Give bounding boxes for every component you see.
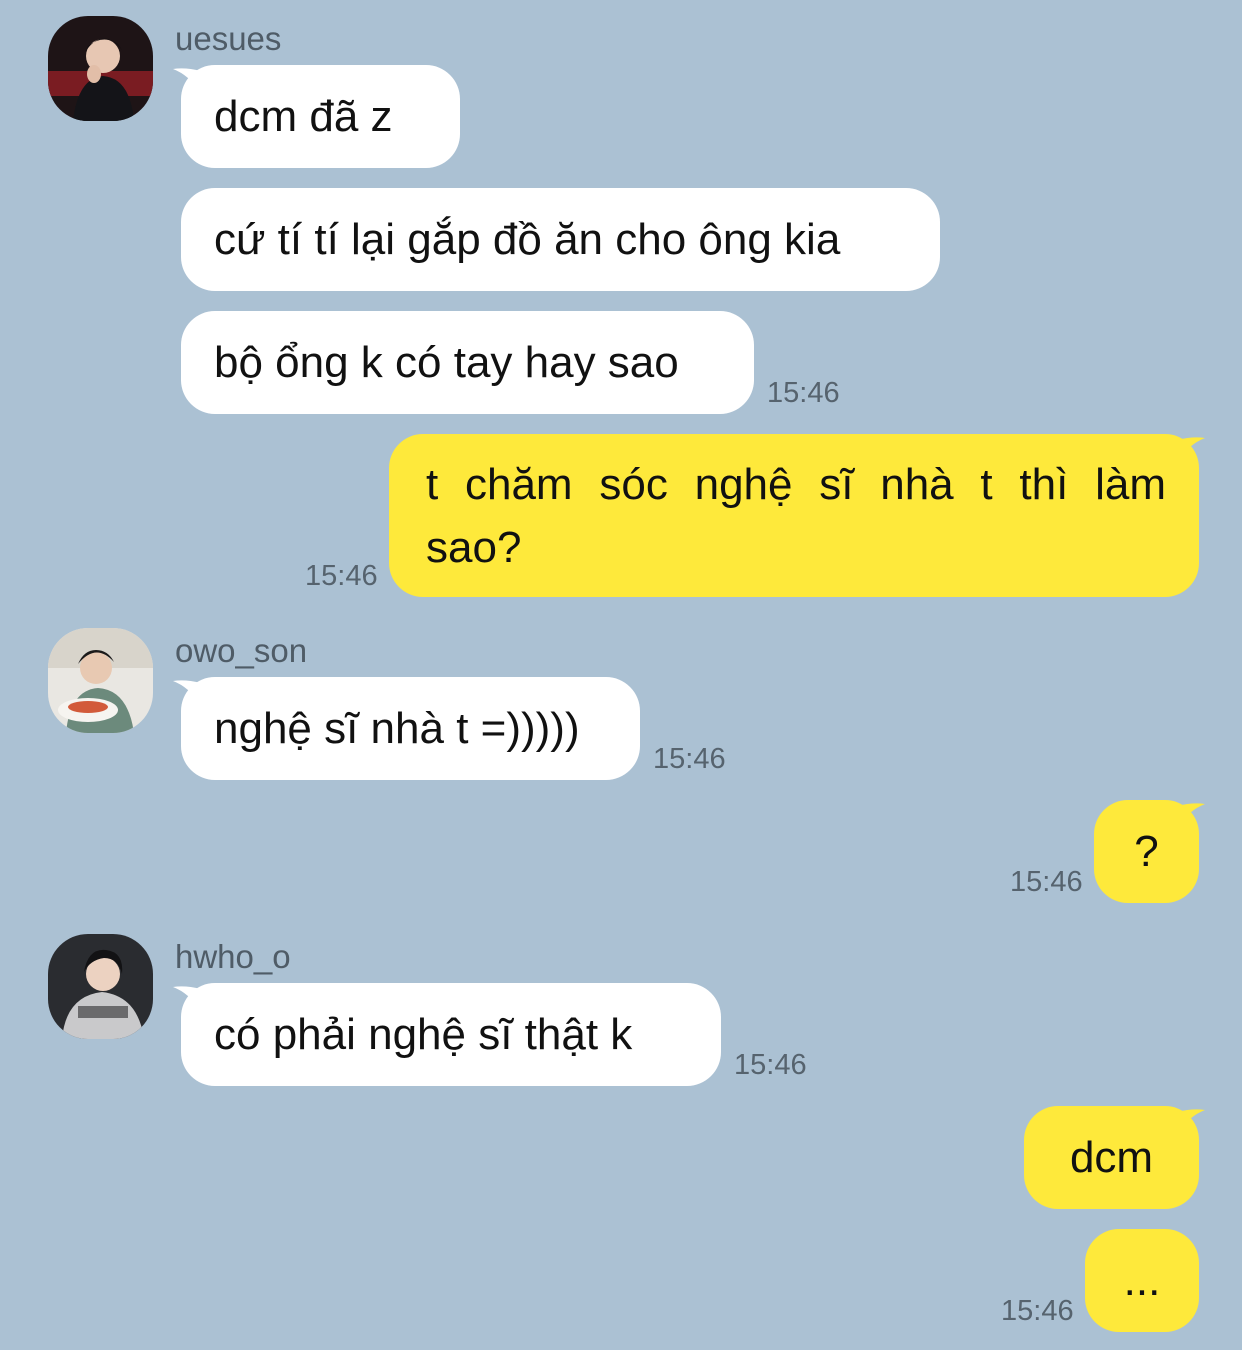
- bubble-tail: [1177, 437, 1205, 462]
- message-text: ...: [1123, 1255, 1161, 1305]
- message-text: dcm đã z: [214, 91, 393, 141]
- message-text: bộ ổng k có tay hay sao: [214, 337, 679, 387]
- message-bubble[interactable]: dcm đã z: [181, 65, 460, 168]
- message-time: 15:46: [653, 743, 726, 775]
- message-bubble[interactable]: nghệ sĩ nhà t =))))): [181, 677, 640, 780]
- message-time: 15:46: [1001, 1295, 1074, 1327]
- message-time: 15:46: [767, 377, 840, 409]
- sender-name: uesues: [175, 20, 282, 57]
- message-time: 15:46: [1010, 866, 1083, 898]
- bubble-tail: [1177, 803, 1205, 828]
- message-text: nghệ sĩ nhà t =))))): [214, 703, 580, 753]
- message-bubble[interactable]: ...: [1085, 1229, 1199, 1332]
- avatar-hwho-o[interactable]: [48, 934, 153, 1039]
- message-bubble[interactable]: dcm: [1024, 1106, 1199, 1209]
- message-time: 15:46: [734, 1049, 807, 1081]
- sender-name: owo_son: [175, 632, 308, 669]
- sender-name: hwho_o: [175, 938, 291, 975]
- message-text: có phải nghệ sĩ thật k: [214, 1009, 633, 1059]
- message-text: dcm: [1069, 1132, 1154, 1182]
- message-bubble[interactable]: bộ ổng k có tay hay sao: [181, 311, 754, 414]
- bubble-tail: [1177, 1109, 1205, 1134]
- message-text: ?: [1134, 826, 1159, 876]
- avatar-owo-son[interactable]: [48, 628, 153, 733]
- avatar-uesues[interactable]: [48, 16, 153, 121]
- message-text: cứ tí tí lại gắp đồ ăn cho ông kia: [214, 214, 841, 264]
- message-time: 15:46: [305, 560, 378, 592]
- message-bubble[interactable]: có phải nghệ sĩ thật k: [181, 983, 721, 1086]
- message-text-line: sao?: [426, 522, 522, 572]
- message-bubble[interactable]: cứ tí tí lại gắp đồ ăn cho ông kia: [181, 188, 940, 291]
- message-bubble[interactable]: t chăm sóc nghệ sĩ nhà t thì làm sao?: [389, 434, 1199, 597]
- message-text-line: t chăm sóc nghệ sĩ nhà t thì làm: [426, 459, 1166, 509]
